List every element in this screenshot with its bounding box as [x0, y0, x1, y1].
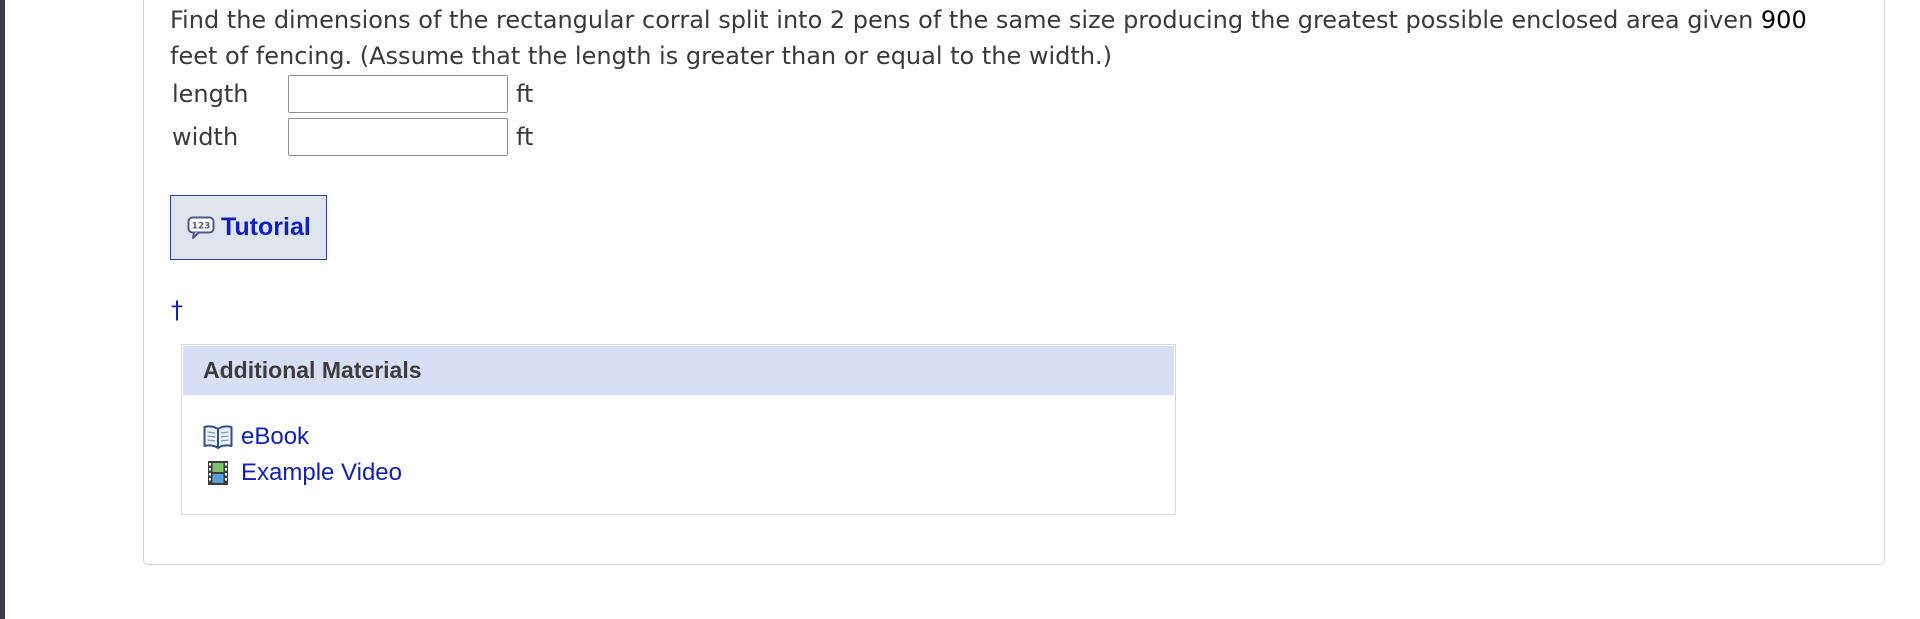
ebook-link[interactable]: eBook [203, 419, 402, 455]
tutorial-button[interactable]: 123 Tutorial [170, 195, 327, 260]
film-strip-icon [203, 460, 233, 486]
example-video-label: Example Video [241, 459, 402, 486]
width-answer-row: width ft [172, 117, 533, 157]
book-icon [203, 424, 233, 450]
fencing-amount: 900 [1760, 6, 1807, 34]
length-answer-row: length ft [172, 74, 533, 114]
svg-text:123: 123 [192, 221, 211, 231]
additional-materials-panel: Additional Materials eBook Example Video [181, 344, 1176, 515]
additional-materials-title: Additional Materials [183, 346, 1174, 395]
length-unit: ft [516, 80, 534, 108]
footnote-dagger: † [171, 296, 183, 324]
length-label: length [172, 80, 249, 108]
question-text-before: Find the dimensions of the rectangular c… [170, 6, 1761, 34]
example-video-link[interactable]: Example Video [203, 455, 402, 491]
length-input[interactable] [288, 75, 508, 113]
width-label: width [172, 123, 239, 151]
window-left-edge [0, 0, 5, 619]
width-unit: ft [516, 123, 534, 151]
ebook-label: eBook [241, 423, 310, 450]
additional-materials-list: eBook Example Video [203, 419, 402, 491]
speech-bubble-123-icon: 123 [187, 216, 215, 240]
question-text: Find the dimensions of the rectangular c… [170, 2, 1810, 74]
question-text-after: feet of fencing. (Assume that the length… [170, 42, 1113, 70]
width-input[interactable] [288, 118, 508, 156]
tutorial-label: Tutorial [221, 213, 311, 241]
